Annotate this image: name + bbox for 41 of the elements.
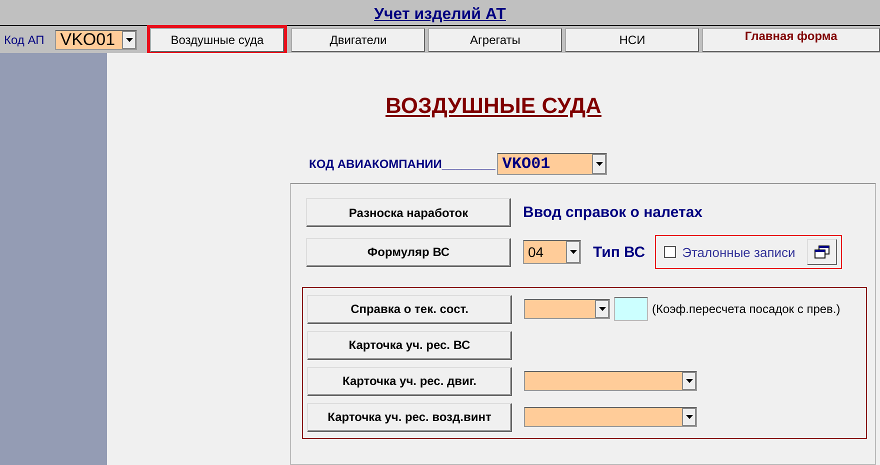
page-heading: ВОЗДУШНЫЕ СУДА: [386, 93, 602, 119]
airline-combo[interactable]: VKO01: [55, 30, 138, 50]
report-button[interactable]: Карточка уч. рес. двиг.: [307, 366, 512, 396]
checkbox[interactable]: [664, 246, 676, 258]
report-combo[interactable]: [524, 371, 697, 391]
caret-icon: [596, 162, 603, 166]
dropdown-button[interactable]: [566, 241, 580, 263]
app-title: Учет изделий АТ: [374, 6, 506, 25]
airline-combo[interactable]: VKO01: [497, 153, 608, 175]
caret-icon: [126, 38, 133, 42]
report-button[interactable]: Справка о тек. сост.: [307, 294, 512, 324]
report-button[interactable]: Карточка уч. рес. возд.винт: [307, 402, 512, 432]
form-button[interactable]: [807, 239, 838, 265]
coefficient-label: (Коэф.пересчета посадок с прев.): [652, 302, 840, 316]
windows-icon: [814, 245, 830, 259]
airline-code-label: Код АП: [4, 32, 44, 46]
report-combo[interactable]: [524, 299, 610, 319]
dropdown-button[interactable]: [682, 372, 696, 390]
checkbox-label: Эталонные записи: [682, 244, 796, 260]
aircraft-type-combo[interactable]: 04: [523, 240, 581, 264]
dropdown-button[interactable]: [122, 30, 136, 48]
dropdown-button[interactable]: [595, 300, 609, 318]
nav-tab[interactable]: НСИ: [565, 28, 700, 52]
caret-icon: [686, 379, 692, 383]
report-button[interactable]: Карточка уч. рес. ВС: [307, 330, 512, 360]
nav-tab[interactable]: Воздушные суда: [150, 28, 284, 52]
nav-tab[interactable]: Двигатели: [291, 28, 426, 52]
caret-icon: [570, 250, 576, 254]
aircraft-type-label: Тип ВС: [593, 244, 646, 260]
report-combo[interactable]: [524, 407, 697, 427]
nav-tab[interactable]: Главная форма: [702, 28, 880, 52]
caret-icon: [686, 415, 692, 419]
airline-code-label: КОД АВИАКОМПАНИИ________: [309, 157, 496, 171]
coefficient-field[interactable]: [614, 297, 648, 321]
caret-icon: [598, 307, 606, 311]
dropdown-button[interactable]: [682, 408, 696, 426]
section-caption: Ввод справок о налетах: [523, 204, 703, 221]
flight-hours-button[interactable]: Разноска наработок: [306, 198, 511, 227]
nav-tab[interactable]: Агрегаты: [428, 28, 562, 52]
aircraft-log-button[interactable]: Формуляр ВС: [306, 238, 511, 266]
dropdown-button[interactable]: [592, 154, 606, 174]
